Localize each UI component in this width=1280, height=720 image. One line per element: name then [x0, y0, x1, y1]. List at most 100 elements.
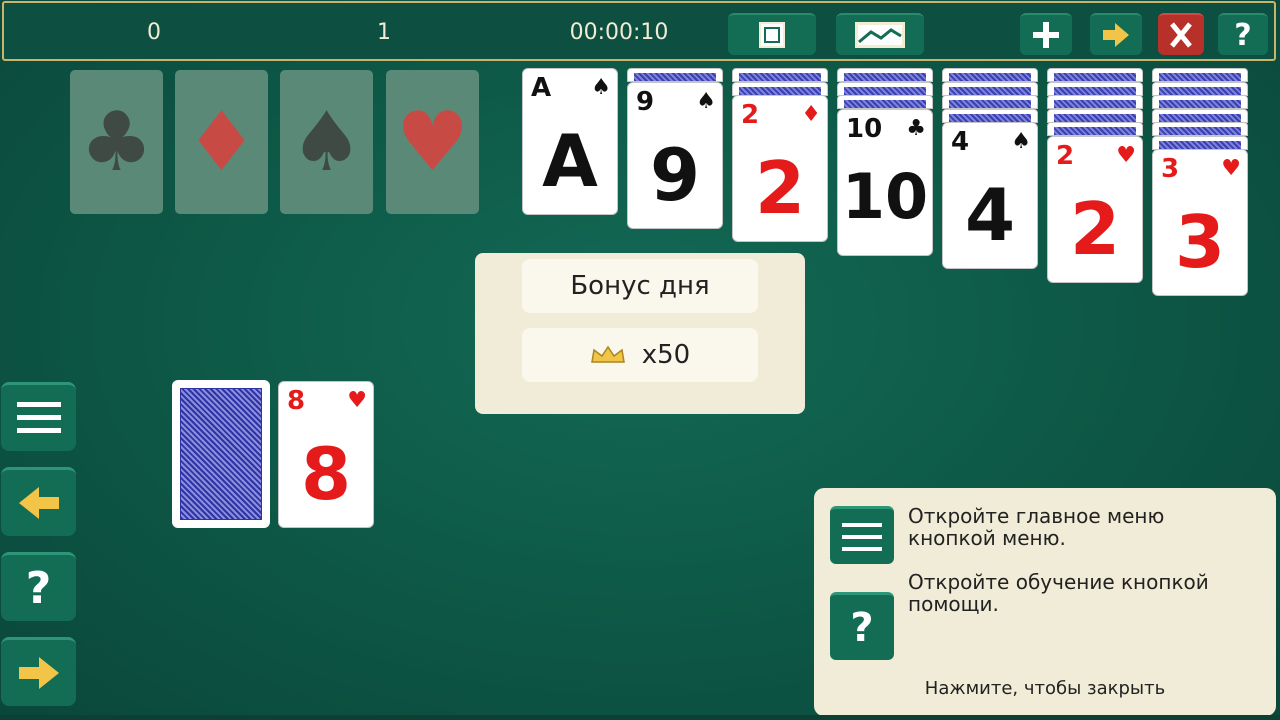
face-down-card	[1047, 95, 1143, 109]
tableau-card-2[interactable]: 9 ♠ 9	[627, 81, 723, 229]
face-down-card	[1047, 81, 1143, 96]
redo-button[interactable]	[1, 637, 76, 706]
card-rank: A	[531, 73, 552, 103]
face-down-card	[1152, 68, 1248, 82]
card-big-rank: 9	[649, 132, 701, 217]
face-down-card	[1047, 68, 1143, 82]
card-big-rank: 3	[1174, 200, 1226, 284]
bonus-value-row: x50	[522, 328, 758, 382]
face-down-card	[732, 81, 828, 96]
fullscreen-button[interactable]	[728, 13, 816, 55]
card-rank: 2	[741, 100, 760, 130]
plus-icon	[1033, 22, 1059, 48]
face-down-card	[837, 95, 933, 109]
fullscreen-icon	[759, 22, 785, 48]
face-down-card	[732, 68, 828, 82]
heart-icon: ♥	[347, 388, 367, 413]
face-down-card	[1152, 95, 1248, 109]
card-big-rank: 2	[1069, 186, 1121, 271]
suit-icon: ♠	[696, 88, 716, 114]
suit-icon: ♦	[801, 102, 821, 127]
menu-button[interactable]	[1, 382, 76, 451]
hearts-icon: ♥	[395, 94, 470, 190]
new-game-button[interactable]	[1020, 13, 1072, 55]
stock-pile[interactable]	[172, 380, 270, 528]
bonus-value: x50	[641, 340, 691, 370]
card-rank: 10	[846, 113, 883, 144]
card-big-rank: 8	[300, 432, 352, 516]
undo-arrow-icon	[18, 487, 59, 519]
suit-icon: ♠	[591, 75, 611, 100]
waste-card[interactable]: 8 ♥ 8	[278, 381, 374, 528]
hint-help-text: Откройте обучение кнопкой помощи.	[908, 570, 1209, 616]
face-down-card	[837, 81, 933, 96]
face-down-card	[1047, 122, 1143, 136]
face-down-card	[1152, 108, 1248, 123]
menu-icon	[842, 522, 882, 551]
card-big-rank: 10	[841, 159, 929, 233]
score-counter: 0	[147, 20, 161, 45]
card-big-rank: 4	[964, 173, 1016, 257]
arrow-right-icon	[1103, 23, 1129, 47]
hint-help-icon-box: ?	[830, 592, 894, 660]
card-rank: 9	[636, 86, 655, 117]
foundation-hearts[interactable]: ♥	[386, 70, 479, 214]
diamonds-icon: ♦	[184, 94, 259, 190]
hint-panel[interactable]: Откройте главное меню кнопкой меню. ? От…	[814, 488, 1276, 716]
close-button[interactable]	[1158, 13, 1204, 55]
bonus-title: Бонус дня	[522, 259, 758, 313]
menu-icon	[16, 402, 61, 433]
clubs-icon: ♣	[79, 94, 154, 190]
tableau-card-4[interactable]: 10 ♣ 10	[837, 108, 933, 256]
card-rank: 2	[1056, 140, 1075, 171]
hint-close-text[interactable]: Нажмите, чтобы закрыть	[814, 678, 1276, 699]
face-down-card	[942, 68, 1038, 82]
card-big-rank: A	[542, 119, 598, 203]
card-big-rank: 2	[754, 146, 806, 230]
suit-icon: ♥	[1116, 142, 1136, 168]
tableau-card-3[interactable]: 2 ♦ 2	[732, 95, 828, 242]
top-bar: 0 1 00:00:10 ?	[2, 1, 1276, 61]
suit-icon: ♠	[1011, 129, 1031, 154]
daily-bonus-panel: Бонус дня x50	[475, 253, 805, 414]
redo-arrow-icon	[18, 657, 59, 689]
background-button[interactable]	[836, 13, 924, 55]
help-icon: ?	[1234, 17, 1252, 53]
face-down-card	[942, 81, 1038, 96]
face-down-card	[942, 108, 1038, 123]
landscape-icon	[855, 22, 905, 48]
help-button[interactable]: ?	[1218, 13, 1268, 55]
foundation-spades[interactable]: ♠	[280, 70, 373, 214]
timer: 00:00:10	[569, 20, 669, 45]
tableau-card-7[interactable]: 3 ♥ 3	[1152, 149, 1248, 296]
foundation-diamonds[interactable]: ♦	[175, 70, 268, 214]
help-icon: ?	[850, 604, 874, 651]
tableau-card-5[interactable]: 4 ♠ 4	[942, 122, 1038, 269]
moves-counter: 1	[377, 20, 391, 45]
bottom-strip	[0, 715, 1280, 720]
face-down-card	[837, 68, 933, 82]
face-down-card	[942, 95, 1038, 109]
help-icon: ?	[25, 562, 52, 614]
card-back-pattern	[180, 388, 262, 520]
tableau-card-6[interactable]: 2 ♥ 2	[1047, 135, 1143, 283]
suit-icon: ♣	[906, 115, 926, 141]
hint-menu-icon-box	[830, 506, 894, 564]
face-down-card	[627, 68, 723, 82]
hint-menu-text: Откройте главное меню кнопкой меню.	[908, 504, 1165, 550]
card-rank: 8	[287, 386, 306, 416]
face-down-card	[1152, 81, 1248, 96]
side-help-button[interactable]: ?	[1, 552, 76, 621]
card-rank: 4	[951, 127, 970, 157]
face-down-card	[1152, 135, 1248, 150]
undo-button[interactable]	[1, 467, 76, 536]
next-button[interactable]	[1090, 13, 1142, 55]
foundation-clubs[interactable]: ♣	[70, 70, 163, 214]
close-icon	[1170, 22, 1192, 48]
crown-icon	[590, 345, 625, 363]
face-down-card	[1152, 122, 1248, 136]
suit-icon: ♥	[1221, 156, 1241, 181]
tableau-card-1[interactable]: A ♠ A	[522, 68, 618, 215]
face-down-card	[1047, 108, 1143, 123]
spades-icon: ♠	[289, 94, 364, 190]
